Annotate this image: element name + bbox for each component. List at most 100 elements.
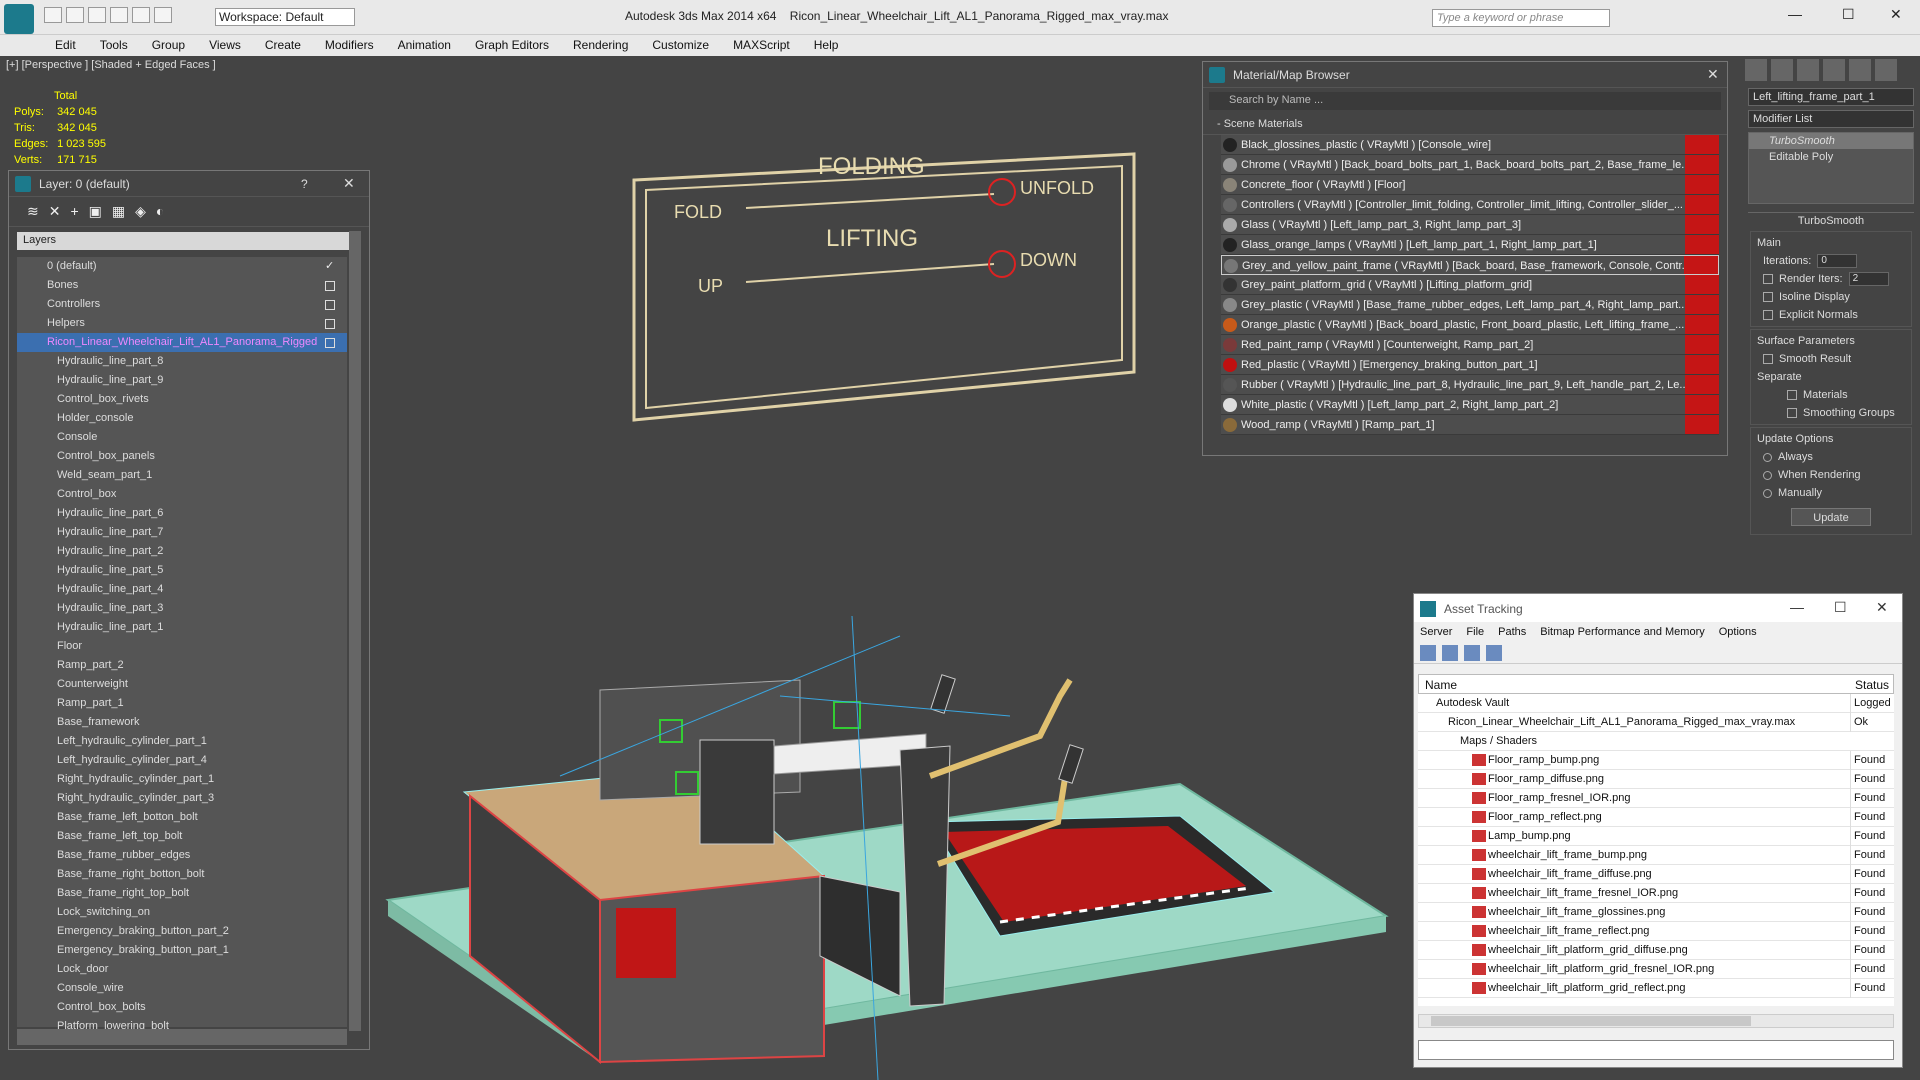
menu-tools[interactable]: Tools	[100, 35, 128, 56]
open-file-icon[interactable]	[66, 7, 84, 23]
asset-row[interactable]: Ricon_Linear_Wheelchair_Lift_AL1_Panoram…	[1418, 713, 1894, 732]
object-row[interactable]: Base_frame_left_top_bolt	[17, 827, 347, 846]
scroll-thumb[interactable]	[1431, 1016, 1751, 1026]
object-row[interactable]: Counterweight	[17, 675, 347, 694]
material-item[interactable]: Chrome ( VRayMtl ) [Back_board_bolts_par…	[1221, 155, 1719, 175]
close-icon[interactable]: ✕	[1890, 6, 1902, 23]
undo-icon[interactable]	[110, 7, 128, 23]
material-item[interactable]: White_plastic ( VRayMtl ) [Left_lamp_par…	[1221, 395, 1719, 415]
object-row[interactable]: Hydraulic_line_part_2	[17, 542, 347, 561]
object-row[interactable]: Lock_switching_on	[17, 903, 347, 922]
asset-row[interactable]: Floor_ramp_bump.png Found	[1418, 751, 1894, 770]
menu-help[interactable]: Help	[814, 35, 839, 56]
material-item[interactable]: Rubber ( VRayMtl ) [Hydraulic_line_part_…	[1221, 375, 1719, 395]
smooth-row[interactable]: Smooth Result	[1757, 350, 1905, 368]
object-row[interactable]: Console	[17, 428, 347, 447]
menu-customize[interactable]: Customize	[652, 35, 709, 56]
highlight-layer-icon[interactable]: ◈	[135, 203, 146, 220]
object-row[interactable]: Base_frame_right_botton_bolt	[17, 865, 347, 884]
iterations-spinner[interactable]: 0	[1817, 254, 1858, 269]
object-row[interactable]: Hydraulic_line_part_1	[17, 618, 347, 637]
object-row[interactable]: Control_box_bolts	[17, 998, 347, 1017]
maximize-icon[interactable]: ☐	[1842, 6, 1855, 23]
object-row[interactable]: Lock_door	[17, 960, 347, 979]
menu-edit[interactable]: Edit	[55, 35, 76, 56]
menu-views[interactable]: Views	[209, 35, 241, 56]
object-row[interactable]: Control_box_rivets	[17, 390, 347, 409]
maximize-icon[interactable]: ☐	[1834, 599, 1847, 616]
object-row[interactable]: Base_framework	[17, 713, 347, 732]
help-icon[interactable]: ?	[301, 177, 308, 191]
layer-toggle[interactable]	[325, 281, 335, 291]
add-selection-icon[interactable]: ▣	[89, 203, 102, 220]
column-name[interactable]: Name	[1425, 678, 1457, 692]
utilities-tab-icon[interactable]	[1875, 59, 1897, 81]
layer-row-helpers[interactable]: Helpers	[17, 314, 347, 333]
object-row[interactable]: Control_box_panels	[17, 447, 347, 466]
material-item[interactable]: Grey_plastic ( VRayMtl ) [Base_frame_rub…	[1221, 295, 1719, 315]
layer-row-ricon[interactable]: Ricon_Linear_Wheelchair_Lift_AL1_Panoram…	[17, 333, 347, 352]
always-row[interactable]: Always	[1757, 448, 1905, 466]
material-item[interactable]: Grey_paint_platform_grid ( VRayMtl ) [Li…	[1221, 275, 1719, 295]
asset-horizontal-scrollbar[interactable]	[1418, 1014, 1894, 1028]
asset-row[interactable]: wheelchair_lift_platform_grid_diffuse.pn…	[1418, 941, 1894, 960]
tree-view-icon[interactable]	[1464, 645, 1480, 661]
isoline-checkbox[interactable]	[1763, 292, 1773, 303]
explicit-checkbox[interactable]	[1763, 310, 1773, 321]
menu-graph-editors[interactable]: Graph Editors	[475, 35, 549, 56]
render-iters-checkbox[interactable]	[1763, 274, 1773, 285]
asset-row[interactable]: Floor_ramp_reflect.png Found	[1418, 808, 1894, 827]
material-item[interactable]: Red_plastic ( VRayMtl ) [Emergency_braki…	[1221, 355, 1719, 375]
menu-animation[interactable]: Animation	[398, 35, 451, 56]
close-icon[interactable]: ✕	[1707, 66, 1719, 83]
object-row[interactable]: Left_hydraulic_cylinder_part_1	[17, 732, 347, 751]
manually-row[interactable]: Manually	[1757, 484, 1905, 502]
object-row[interactable]: Hydraulic_line_part_6	[17, 504, 347, 523]
asset-row[interactable]: wheelchair_lift_frame_glossines.png Found	[1418, 903, 1894, 922]
object-row[interactable]: Hydraulic_line_part_4	[17, 580, 347, 599]
list-view-icon[interactable]	[1442, 645, 1458, 661]
menu-create[interactable]: Create	[265, 35, 301, 56]
menu-paths[interactable]: Paths	[1498, 622, 1526, 642]
motion-tab-icon[interactable]	[1823, 59, 1845, 81]
object-row[interactable]: Right_hydraulic_cylinder_part_3	[17, 789, 347, 808]
layers-column-header[interactable]: Layers	[17, 232, 361, 250]
asset-row[interactable]: wheelchair_lift_frame_fresnel_IOR.png Fou…	[1418, 884, 1894, 903]
hide-all-icon[interactable]: ◐	[156, 203, 164, 220]
close-icon[interactable]: ✕	[1876, 599, 1888, 616]
object-row[interactable]: Holder_console	[17, 409, 347, 428]
asset-row[interactable]: Maps / Shaders	[1418, 732, 1894, 751]
always-radio[interactable]	[1763, 452, 1772, 462]
object-name-field[interactable]: Left_lifting_frame_part_1	[1748, 88, 1914, 106]
explicit-row[interactable]: Explicit Normals	[1757, 306, 1905, 324]
asset-row[interactable]: wheelchair_lift_frame_reflect.png Found	[1418, 922, 1894, 941]
save-icon[interactable]	[88, 7, 106, 23]
redo-icon[interactable]	[132, 7, 150, 23]
layers-icon[interactable]: ≋	[27, 203, 39, 220]
turbosmooth-rollout[interactable]: TurboSmooth	[1748, 212, 1914, 229]
menu-bitmap-performance[interactable]: Bitmap Performance and Memory	[1540, 622, 1704, 642]
create-tab-icon[interactable]	[1745, 59, 1767, 81]
modify-tab-icon[interactable]	[1771, 59, 1793, 81]
object-row[interactable]: Hydraulic_line_part_7	[17, 523, 347, 542]
object-row[interactable]: Base_frame_left_botton_bolt	[17, 808, 347, 827]
project-folder-icon[interactable]	[154, 7, 172, 23]
asset-row[interactable]: Lamp_bump.png Found	[1418, 827, 1894, 846]
asset-row[interactable]: wheelchair_lift_platform_grid_reflect.pn…	[1418, 979, 1894, 998]
workspace-dropdown[interactable]: Workspace: Default	[215, 8, 355, 26]
layer-row-controllers[interactable]: Controllers	[17, 295, 347, 314]
object-row[interactable]: Hydraulic_line_part_9	[17, 371, 347, 390]
when-rendering-row[interactable]: When Rendering	[1757, 466, 1905, 484]
material-item[interactable]: Orange_plastic ( VRayMtl ) [Back_board_p…	[1221, 315, 1719, 335]
object-row[interactable]: Left_hydraulic_cylinder_part_4	[17, 751, 347, 770]
object-row[interactable]: Hydraulic_line_part_5	[17, 561, 347, 580]
modifier-list-dropdown[interactable]: Modifier List	[1748, 110, 1914, 128]
minimize-icon[interactable]: —	[1788, 6, 1802, 22]
object-row[interactable]: Hydraulic_line_part_3	[17, 599, 347, 618]
asset-row[interactable]: Floor_ramp_fresnel_IOR.png Found	[1418, 789, 1894, 808]
smoothing-row[interactable]: Smoothing Groups	[1757, 404, 1905, 422]
app-logo-icon[interactable]	[4, 4, 34, 34]
update-button[interactable]: Update	[1791, 508, 1871, 526]
object-row[interactable]: Base_frame_rubber_edges	[17, 846, 347, 865]
material-item[interactable]: Grey_and_yellow_paint_frame ( VRayMtl ) …	[1221, 255, 1719, 275]
